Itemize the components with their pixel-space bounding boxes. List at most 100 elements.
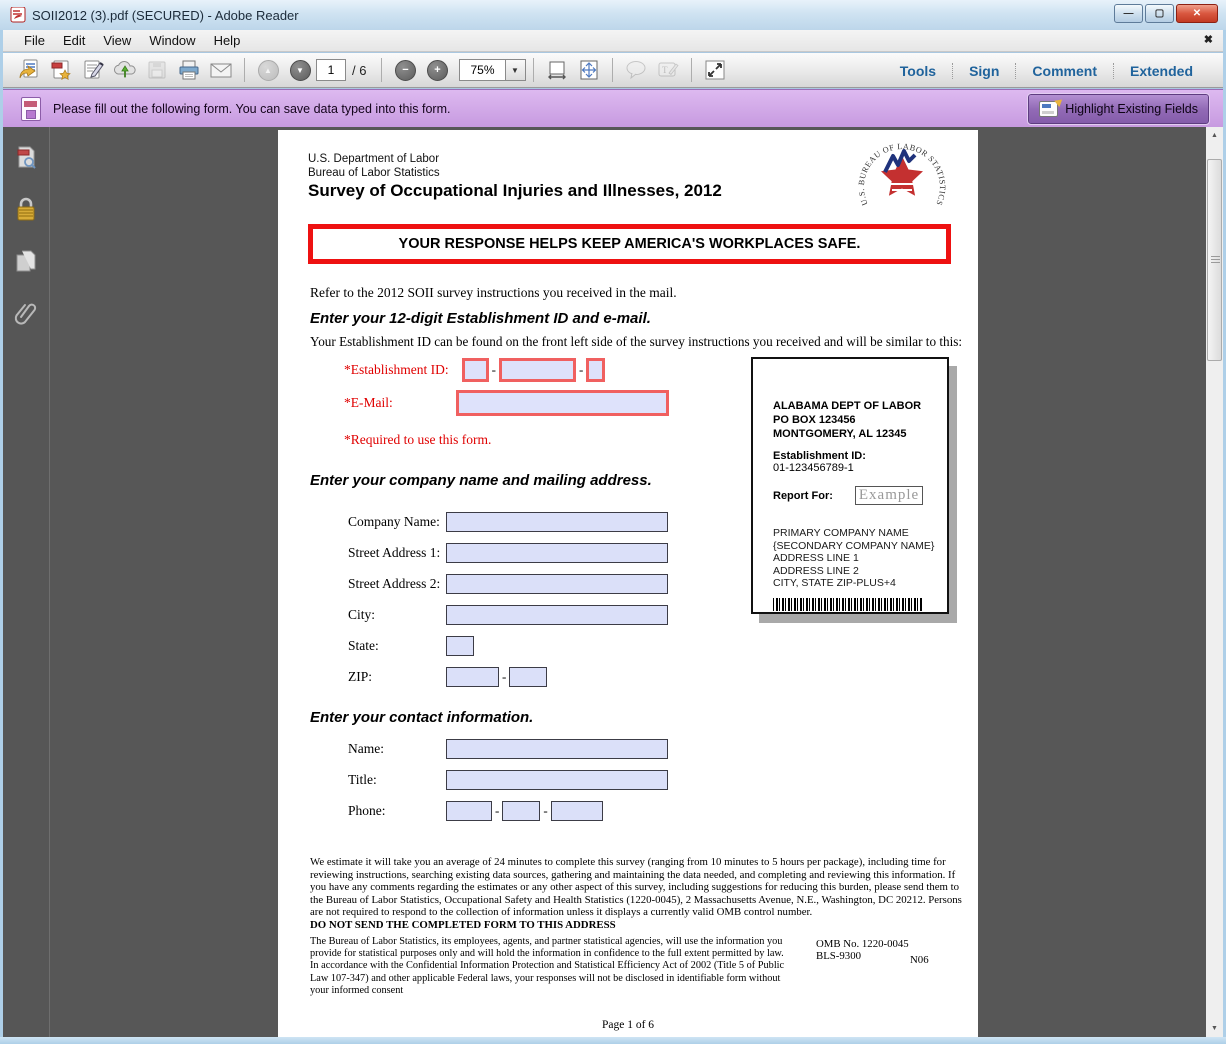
menu-view[interactable]: View <box>94 31 140 50</box>
survey-title: Survey of Occupational Injuries and Illn… <box>308 181 722 201</box>
zip-field-1[interactable] <box>446 667 499 687</box>
zoom-level-value: 75% <box>460 63 504 77</box>
zoom-out-button[interactable]: − <box>390 56 420 84</box>
contact-title-label: Title: <box>348 772 446 788</box>
scrollbar-thumb[interactable] <box>1207 159 1222 361</box>
do-not-send-line: DO NOT SEND THE COMPLETED FORM TO THIS A… <box>310 919 970 932</box>
zip-field-2[interactable] <box>509 667 547 687</box>
establishment-id-field-1[interactable] <box>462 358 489 382</box>
example-mailing-card: ALABAMA DEPT OF LABOR PO BOX 123456 MONT… <box>751 357 949 614</box>
close-button[interactable]: ✕ <box>1176 4 1218 23</box>
save-icon <box>145 58 169 82</box>
agency-line-1: U.S. Department of Labor <box>308 152 440 166</box>
state-label: State: <box>348 638 446 654</box>
create-pdf-button[interactable] <box>46 56 76 84</box>
establishment-id-field-3[interactable] <box>586 358 605 382</box>
vertical-scrollbar[interactable]: ▲ ▼ <box>1206 127 1223 1037</box>
form-notification-bar: Please fill out the following form. You … <box>3 89 1223 127</box>
pdf-page: U.S. Department of Labor Bureau of Labor… <box>278 130 978 1037</box>
zoom-level-select[interactable]: 75% ▼ <box>459 59 525 81</box>
contact-name-field[interactable] <box>446 739 668 759</box>
pages-panel-icon[interactable] <box>13 249 39 275</box>
zoom-dropdown-icon[interactable]: ▼ <box>505 60 525 80</box>
menu-file[interactable]: File <box>15 31 54 50</box>
title-bar[interactable]: SOII2012 (3).pdf (SECURED) - Adobe Reade… <box>0 0 1226 30</box>
id-section-subtext: Your Establishment ID can be found on th… <box>310 334 962 350</box>
text-markup-icon: T <box>656 59 680 81</box>
id-section-heading: Enter your 12-digit Establishment ID and… <box>310 310 651 327</box>
scroll-up-icon[interactable]: ▲ <box>1206 127 1223 144</box>
tab-comment[interactable]: Comment <box>1015 63 1113 79</box>
attachments-paperclip-icon[interactable] <box>13 301 39 327</box>
print-button[interactable] <box>174 56 204 84</box>
close-pane-icon[interactable]: ✖ <box>1204 33 1213 46</box>
page-number-input[interactable] <box>316 59 346 81</box>
establishment-id-field-2[interactable] <box>499 358 576 382</box>
card-report-for-label: Report For: <box>773 490 833 502</box>
state-field[interactable] <box>446 636 474 656</box>
window-title: SOII2012 (3).pdf (SECURED) - Adobe Reade… <box>32 8 299 23</box>
city-field[interactable] <box>446 605 668 625</box>
navigation-sidebar <box>3 127 50 1037</box>
tab-extended[interactable]: Extended <box>1113 63 1209 79</box>
street-address-1-field[interactable] <box>446 543 668 563</box>
menu-help[interactable]: Help <box>205 31 250 50</box>
street-address-2-field[interactable] <box>446 574 668 594</box>
text-markup-button[interactable]: T <box>653 56 683 84</box>
highlight-existing-fields-button[interactable]: Highlight Existing Fields <box>1028 94 1209 124</box>
paperwork-burden-text: We estimate it will take you an average … <box>310 856 962 918</box>
fit-page-button[interactable] <box>574 56 604 84</box>
previous-page-button[interactable]: ▲ <box>253 56 283 84</box>
tab-tools[interactable]: Tools <box>884 63 952 79</box>
open-file-icon <box>17 58 41 82</box>
phone-field-2[interactable] <box>502 801 540 821</box>
phone-field-3[interactable] <box>551 801 603 821</box>
tab-sign[interactable]: Sign <box>952 63 1015 79</box>
document-workspace: U.S. Department of Labor Bureau of Labor… <box>3 127 1223 1037</box>
upload-cloud-button[interactable] <box>110 56 140 84</box>
sign-document-button[interactable] <box>78 56 108 84</box>
bls-form-number: BLS-9300 <box>816 950 909 962</box>
page-thumbnails-icon[interactable] <box>13 145 39 171</box>
fit-width-button[interactable] <box>542 56 572 84</box>
restore-button[interactable]: ▢ <box>1145 4 1174 23</box>
email-button[interactable] <box>206 56 236 84</box>
city-label: City: <box>348 607 446 623</box>
fullscreen-mode-icon <box>703 58 727 82</box>
scroll-down-icon[interactable]: ▼ <box>1206 1020 1223 1037</box>
minimize-button[interactable]: — <box>1114 4 1143 23</box>
zoom-in-icon: + <box>427 60 448 81</box>
email-icon <box>208 58 234 82</box>
menu-edit[interactable]: Edit <box>54 31 94 50</box>
contact-phone-label: Phone: <box>348 803 446 819</box>
card-address-2: PO BOX 123456 <box>773 413 947 427</box>
create-pdf-icon <box>49 58 73 82</box>
zoom-in-button[interactable]: + <box>422 56 452 84</box>
agency-line-2: Bureau of Labor Statistics <box>308 166 440 180</box>
card-address-3: MONTGOMERY, AL 12345 <box>773 427 947 441</box>
task-pane-tabs: Tools Sign Comment Extended <box>884 53 1209 88</box>
card-example-stamp: Example <box>855 486 923 505</box>
phone-field-1[interactable] <box>446 801 492 821</box>
menu-window[interactable]: Window <box>140 31 204 50</box>
document-canvas[interactable]: U.S. Department of Labor Bureau of Labor… <box>51 127 1206 1037</box>
email-label: *E-Mail: <box>344 395 393 411</box>
next-page-button[interactable]: ▼ <box>285 56 315 84</box>
establishment-id-label: *Establishment ID: <box>344 362 449 378</box>
security-lock-icon[interactable] <box>13 197 39 223</box>
comment-bubble-button[interactable] <box>621 56 651 84</box>
card-mail-4: ADDRESS LINE 2 <box>773 565 947 578</box>
open-file-button[interactable] <box>14 56 44 84</box>
response-banner: YOUR RESPONSE HELPS KEEP AMERICA'S WORKP… <box>308 224 951 264</box>
menu-bar: File Edit View Window Help ✖ <box>3 30 1223 52</box>
card-mail-1: PRIMARY COMPANY NAME <box>773 527 947 540</box>
fullscreen-mode-button[interactable] <box>700 56 730 84</box>
company-name-field[interactable] <box>446 512 668 532</box>
email-field[interactable] <box>456 390 669 416</box>
next-page-icon: ▼ <box>290 60 311 81</box>
contact-title-field[interactable] <box>446 770 668 790</box>
fit-width-icon <box>546 59 568 81</box>
save-button[interactable] <box>142 56 172 84</box>
card-estid-value: 01-123456789-1 <box>773 462 947 474</box>
required-note: *Required to use this form. <box>344 432 491 448</box>
